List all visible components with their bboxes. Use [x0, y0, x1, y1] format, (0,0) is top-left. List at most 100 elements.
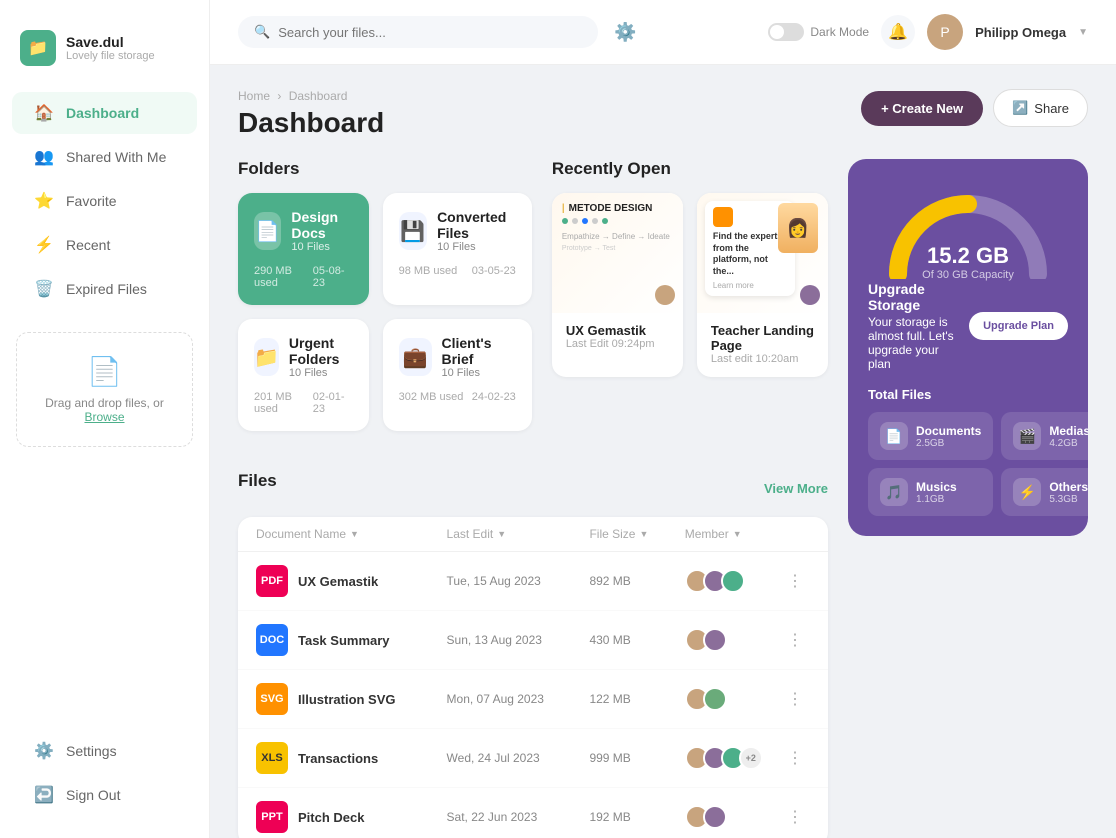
th-member-label: Member — [685, 527, 729, 541]
sidebar-item-expired[interactable]: 🗑️ Expired Files — [12, 268, 197, 310]
folder-card-top-0: 📄 Design Docs 10 Files — [254, 209, 353, 253]
folder-card-1[interactable]: 💾 Converted Files 10 Files 98 MB used 03… — [383, 193, 532, 305]
toggle-pill[interactable] — [768, 23, 804, 41]
file-type-icon-1: DOC — [256, 624, 288, 656]
chevron-down-icon[interactable]: ▼ — [1078, 27, 1088, 38]
row-more-button-2[interactable]: ⋮ — [780, 689, 810, 709]
folder-card-2[interactable]: 📁 Urgent Folders 10 Files 201 MB used 02… — [238, 319, 369, 431]
logo-text-block: Save.dul Lovely file storage — [66, 34, 155, 62]
table-row: XLS Transactions Wed, 24 Jul 2023 999 MB — [238, 729, 828, 788]
view-more-link[interactable]: View More — [764, 481, 828, 496]
sidebar-label-dashboard: Dashboard — [66, 105, 139, 121]
share-button[interactable]: ↗️ Share — [993, 89, 1088, 127]
av-1 — [703, 805, 727, 829]
row-more-button-0[interactable]: ⋮ — [780, 571, 810, 591]
av-1 — [703, 687, 727, 711]
av-2 — [721, 569, 745, 593]
th-last-edit[interactable]: Last Edit ▼ — [447, 527, 590, 541]
filter-icon[interactable]: ⚙️ — [614, 22, 636, 43]
files-header: Files View More — [238, 471, 828, 505]
dashboard-icon: 🏠 — [34, 103, 54, 123]
folder-date-1: 03-05-23 — [472, 265, 516, 277]
file-edit-2: Mon, 07 Aug 2023 — [447, 692, 590, 706]
ux-preview: | METODE DESIGN — [552, 193, 683, 313]
upgrade-desc: Your storage is almost full. Let's upgra… — [868, 315, 954, 371]
folder-date-3: 24-02-23 — [472, 391, 516, 403]
sidebar-label-expired: Expired Files — [66, 281, 147, 297]
notification-button[interactable]: 🔔 — [881, 15, 915, 49]
storage-used-gb: 15.2 GB — [868, 243, 1068, 269]
two-col-layout: Folders 📄 Design Docs 10 Files — [238, 159, 1088, 838]
search-icon: 🔍 — [254, 24, 270, 40]
sidebar-label-favorite: Favorite — [66, 193, 117, 209]
folder-used-2: 201 MB used — [254, 391, 313, 415]
recent-preview-1: Find the experts from the platform, not … — [697, 193, 828, 313]
ft-name-1: Medias — [1049, 424, 1088, 438]
folder-name-1: Converted Files — [437, 209, 516, 241]
app-name: Save.dul — [66, 34, 155, 50]
file-size-2: 122 MB — [589, 692, 684, 706]
th-size-arrow: ▼ — [639, 529, 648, 539]
dark-mode-toggle[interactable]: Dark Mode — [768, 23, 869, 41]
recently-section: Recently Open | METODE DESIGN — [552, 159, 828, 431]
sidebar-item-dashboard[interactable]: 🏠 Dashboard — [12, 92, 197, 134]
file-size-1: 430 MB — [589, 633, 684, 647]
share-label: Share — [1034, 101, 1069, 116]
content-area: Home › Dashboard Dashboard + Create New … — [210, 65, 1116, 838]
recent-name-1: Teacher Landing Page — [711, 323, 814, 353]
storage-card: 15.2 GB Of 30 GB Capacity Upgrade Storag… — [848, 159, 1088, 536]
create-new-button[interactable]: + Create New — [861, 91, 983, 126]
table-row: DOC Task Summary Sun, 13 Aug 2023 430 MB — [238, 611, 828, 670]
recent-card-1[interactable]: Find the experts from the platform, not … — [697, 193, 828, 377]
recent-icon: ⚡ — [34, 235, 54, 255]
th-member[interactable]: Member ▼ — [685, 527, 780, 541]
folder-info-3: Client's Brief 10 Files — [442, 335, 516, 379]
th-file-size[interactable]: File Size ▼ — [589, 527, 684, 541]
tc-orange-block — [713, 207, 733, 227]
dropzone[interactable]: 📄 Drag and drop files, or Browse — [16, 332, 193, 447]
folder-date-0: 05-08-23 — [313, 265, 353, 289]
row-more-button-1[interactable]: ⋮ — [780, 630, 810, 650]
table-row: PDF UX Gemastik Tue, 15 Aug 2023 892 MB — [238, 552, 828, 611]
table-row: SVG Illustration SVG Mon, 07 Aug 2023 12… — [238, 670, 828, 729]
file-name-cell-4: PPT Pitch Deck — [256, 801, 447, 833]
row-more-button-3[interactable]: ⋮ — [780, 748, 810, 768]
sidebar-item-settings[interactable]: ⚙️ Settings — [12, 730, 197, 772]
toggle-dot — [770, 25, 784, 39]
sidebar-item-shared[interactable]: 👥 Shared With Me — [12, 136, 197, 178]
folder-icon-0: 📄 — [254, 212, 281, 250]
breadcrumb-sep: › — [277, 89, 284, 103]
recent-card-0[interactable]: | METODE DESIGN — [552, 193, 683, 377]
sidebar-item-favorite[interactable]: ⭐ Favorite — [12, 180, 197, 222]
file-name-cell-0: PDF UX Gemastik — [256, 565, 447, 597]
table-row: PPT Pitch Deck Sat, 22 Jun 2023 192 MB — [238, 788, 828, 838]
ft-size-3: 5.3GB — [1049, 494, 1088, 505]
file-type-cell-2: 🎵 Musics 1.1GB — [868, 468, 993, 516]
browse-link[interactable]: Browse — [84, 410, 124, 424]
ux-logo: | METODE DESIGN — [562, 203, 653, 214]
app-logo: 📁 Save.dul Lovely file storage — [0, 20, 209, 90]
file-name-0: UX Gemastik — [298, 574, 378, 589]
dropzone-label: Drag and drop files, or — [45, 396, 164, 410]
th-member-arrow: ▼ — [733, 529, 742, 539]
sidebar-item-recent[interactable]: ⚡ Recent — [12, 224, 197, 266]
folder-info-1: Converted Files 10 Files — [437, 209, 516, 253]
search-input[interactable] — [278, 25, 582, 40]
search-bar[interactable]: 🔍 — [238, 16, 598, 48]
recent-info-1: Teacher Landing Page Last edit 10:20am — [697, 313, 828, 377]
ft-icon-2: 🎵 — [880, 478, 908, 506]
folder-card-top-2: 📁 Urgent Folders 10 Files — [254, 335, 353, 379]
folder-card-3[interactable]: 💼 Client's Brief 10 Files 302 MB used 24… — [383, 319, 532, 431]
row-more-button-4[interactable]: ⋮ — [780, 807, 810, 827]
file-type-icon-2: SVG — [256, 683, 288, 715]
upgrade-button[interactable]: Upgrade Plan — [969, 312, 1068, 340]
th-name-label: Document Name — [256, 527, 346, 541]
file-edit-3: Wed, 24 Jul 2023 — [447, 751, 590, 765]
ux-dot — [602, 218, 608, 224]
recent-edit-0: Last Edit 09:24pm — [566, 338, 669, 350]
ux-dot — [582, 218, 588, 224]
sidebar-item-signout[interactable]: ↩️ Sign Out — [12, 774, 197, 816]
th-name[interactable]: Document Name ▼ — [256, 527, 447, 541]
folder-card-0[interactable]: 📄 Design Docs 10 Files 290 MB used 05-08… — [238, 193, 369, 305]
folder-icon-2: 📁 — [254, 338, 279, 376]
